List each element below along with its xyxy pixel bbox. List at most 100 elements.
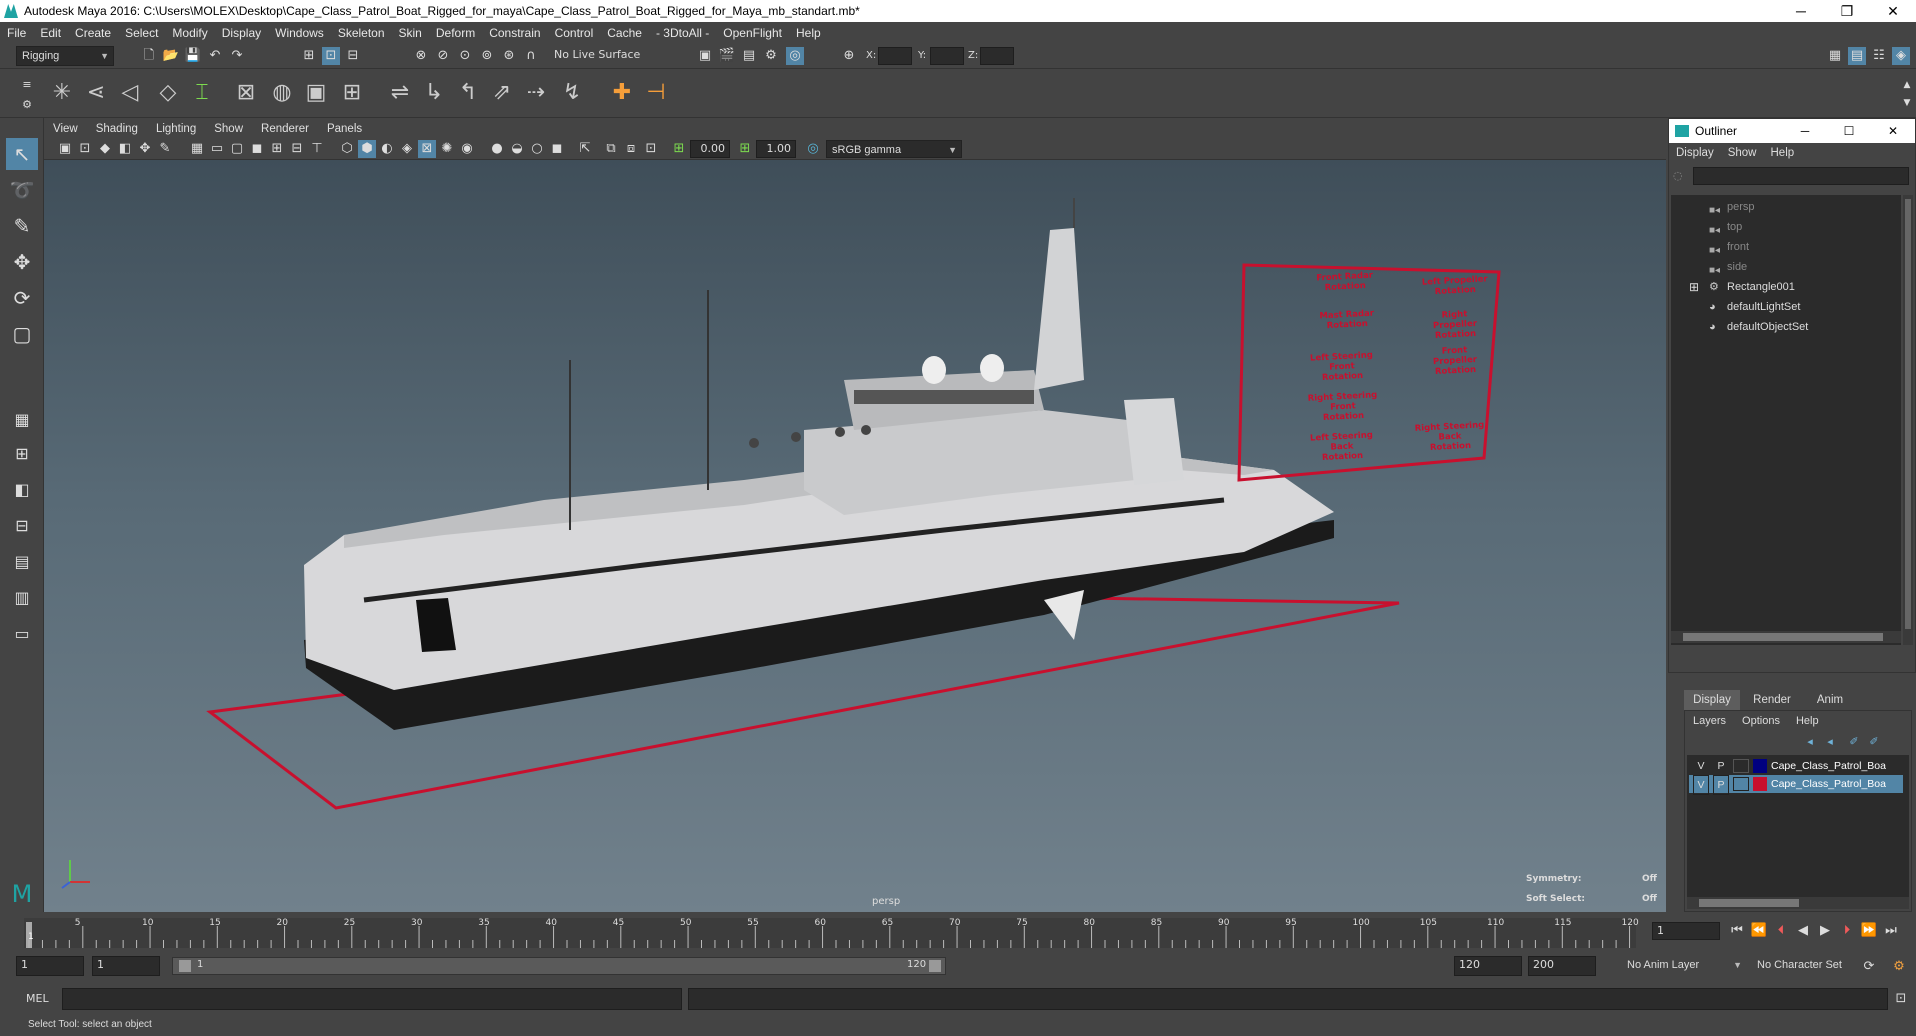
move-tool-icon[interactable]: ✥	[6, 246, 38, 278]
ambient-occlusion-icon[interactable]: ●	[488, 140, 506, 158]
depth-of-field-icon[interactable]: ◼	[548, 140, 566, 158]
z-field[interactable]	[980, 47, 1014, 65]
image-plane-icon[interactable]: ◧	[116, 140, 134, 158]
maximize-button[interactable]: ❐	[1824, 3, 1870, 20]
xray-joints-icon[interactable]: ⧈	[622, 140, 640, 158]
snap-curve-icon[interactable]: ⊘	[434, 47, 452, 65]
field-chart-icon[interactable]: ⊞	[268, 140, 286, 158]
playback-end-field[interactable]: 120	[1454, 956, 1522, 976]
safe-title-icon[interactable]: ⊤	[308, 140, 326, 158]
grid-toggle-icon[interactable]: ▦	[188, 140, 206, 158]
x-field[interactable]	[878, 47, 912, 65]
current-frame-field[interactable]: 1	[1652, 922, 1720, 940]
shelf-scroll-down-icon[interactable]: ▼	[1898, 94, 1916, 112]
animation-prefs-icon[interactable]: ⚙	[1890, 958, 1908, 976]
persp-graph-icon[interactable]: ▤	[6, 546, 38, 578]
snap-view-icon[interactable]: ⊚	[478, 47, 496, 65]
menu-skeleton[interactable]: Skeleton	[331, 26, 392, 40]
outliner-item-rectangle001[interactable]: ⊞ ⚙ Rectangle001	[1671, 277, 1891, 297]
go-to-end-icon[interactable]: ⏭	[1882, 922, 1900, 940]
menu-windows[interactable]: Windows	[268, 26, 331, 40]
menu-help[interactable]: Help	[789, 26, 828, 40]
menu-deform[interactable]: Deform	[429, 26, 482, 40]
menu-skin[interactable]: Skin	[392, 26, 429, 40]
step-forward-frame-icon[interactable]: ⏵	[1838, 922, 1856, 940]
step-back-key-icon[interactable]: ⏪	[1750, 922, 1768, 940]
mel-input[interactable]	[62, 988, 682, 1010]
outliner-item-defaultobjectset[interactable]: ◕ defaultObjectSet	[1671, 317, 1891, 337]
gamma-field[interactable]: 1.00	[756, 140, 796, 158]
rotate-tool-icon[interactable]: ⟳	[6, 282, 38, 314]
scale-tool-icon[interactable]: ▢	[6, 318, 38, 350]
layer-type-toggle[interactable]	[1733, 759, 1749, 773]
auto-key-icon[interactable]: ⟳	[1860, 958, 1878, 976]
attribute-editor-icon[interactable]: ▦	[1826, 47, 1844, 65]
expand-plus-icon[interactable]: ⊞	[1689, 277, 1703, 294]
smooth-shade-icon[interactable]: ⬢	[358, 140, 376, 158]
rig-label-right-propeller[interactable]: Right Propeller Rotation	[1419, 308, 1490, 342]
four-view-icon[interactable]: ⊞	[6, 438, 38, 470]
menu-select[interactable]: Select	[118, 26, 165, 40]
textured-icon[interactable]: ⊠	[418, 140, 436, 158]
colorspace-dropdown[interactable]: sRGB gamma ▼	[826, 140, 962, 158]
snap-point-icon[interactable]: ⊙	[456, 47, 474, 65]
parent-constraint-icon[interactable]: ⊣	[640, 76, 672, 110]
play-backward-icon[interactable]: ◀	[1794, 922, 1812, 940]
bind-skin-icon[interactable]: ⇌	[384, 76, 416, 110]
tab-display[interactable]: Display	[1684, 690, 1740, 710]
shelf-scroll-up-icon[interactable]: ▲	[1898, 76, 1916, 94]
ipr-render-icon[interactable]: ▤	[740, 47, 758, 65]
perspective-viewport[interactable]: Front Radar Rotation Left Propeller Rota…	[44, 160, 1666, 912]
tool-settings-icon[interactable]: ☷	[1870, 47, 1888, 65]
anim-layer-dropdown[interactable]: No Anim Layer ▼	[1622, 956, 1746, 976]
hypershade-layout-icon[interactable]: ▥	[6, 582, 38, 614]
rig-label-right-steering-back[interactable]: Right Steering Back Rotation	[1405, 420, 1494, 455]
menu-modify[interactable]: Modify	[165, 26, 214, 40]
2d-pan-icon[interactable]: ✥	[136, 140, 154, 158]
layer-playback-toggle[interactable]: P	[1713, 757, 1729, 775]
shelf-settings-icon[interactable]: ⚙	[18, 96, 36, 114]
script-editor-icon[interactable]: ⊡	[1892, 990, 1910, 1008]
outliner-item-front[interactable]: ■◂ front	[1671, 237, 1891, 257]
snap-surface-icon[interactable]: ⊛	[500, 47, 518, 65]
mel-label[interactable]: MEL	[26, 992, 49, 1005]
new-empty-layer-icon[interactable]: ✐	[1845, 733, 1863, 751]
hypershade-icon[interactable]: ◎	[786, 47, 804, 65]
anti-alias-icon[interactable]: ○	[528, 140, 546, 158]
wire-icon[interactable]: ▣	[300, 76, 332, 110]
vp-menu-show[interactable]: Show	[205, 123, 252, 135]
menu-display[interactable]: Display	[215, 26, 268, 40]
paint-weights-icon[interactable]: ↳	[418, 76, 450, 110]
range-slider-handle-start[interactable]	[179, 960, 191, 972]
menu-cache[interactable]: Cache	[600, 26, 649, 40]
outliner-item-persp[interactable]: ■◂ persp	[1671, 197, 1891, 217]
time-ruler[interactable]: 5 10 15 20 25 30 35 40 45 50 55 60 65 70 75 80 85 90 95 100…	[0, 912, 1640, 950]
outliner-menu-help[interactable]: Help	[1764, 147, 1802, 159]
vp-menu-panels[interactable]: Panels	[318, 123, 371, 135]
snap-magnet-icon[interactable]: ∩	[522, 47, 540, 65]
joint-tool-icon[interactable]: ✳	[46, 76, 78, 110]
xray-components-icon[interactable]: ⊡	[642, 140, 660, 158]
outliner-filter-icon[interactable]: ◌	[1673, 169, 1687, 183]
layer-playback-toggle[interactable]: P	[1713, 775, 1729, 795]
outliner-item-defaultlightset[interactable]: ◕ defaultLightSet	[1671, 297, 1891, 317]
menu-control[interactable]: Control	[548, 26, 601, 40]
character-set-dropdown[interactable]: No Character Set	[1752, 956, 1868, 976]
render-settings-icon[interactable]: ⚙	[762, 47, 780, 65]
close-button[interactable]: ✕	[1870, 3, 1916, 20]
redo-icon[interactable]: ↷	[228, 47, 246, 65]
outliner-hscroll-thumb[interactable]	[1683, 633, 1883, 641]
locator-icon[interactable]: ⌶	[186, 76, 218, 110]
vp-menu-renderer[interactable]: Renderer	[252, 123, 318, 135]
layer-menu-help[interactable]: Help	[1788, 715, 1827, 727]
layer-color-swatch[interactable]	[1753, 777, 1767, 791]
tab-render[interactable]: Render	[1744, 690, 1800, 710]
lattice-icon[interactable]: ◍	[266, 76, 298, 110]
menu-create[interactable]: Create	[68, 26, 118, 40]
layer-menu-options[interactable]: Options	[1734, 715, 1788, 727]
aim-constraint-icon[interactable]: ↯	[556, 76, 588, 110]
gamma-icon[interactable]: ⊞	[736, 140, 754, 158]
start-time-field[interactable]: 1	[16, 956, 84, 976]
grease-pencil-icon[interactable]: ✎	[156, 140, 174, 158]
outliner-minimize-button[interactable]: ─	[1783, 124, 1827, 138]
